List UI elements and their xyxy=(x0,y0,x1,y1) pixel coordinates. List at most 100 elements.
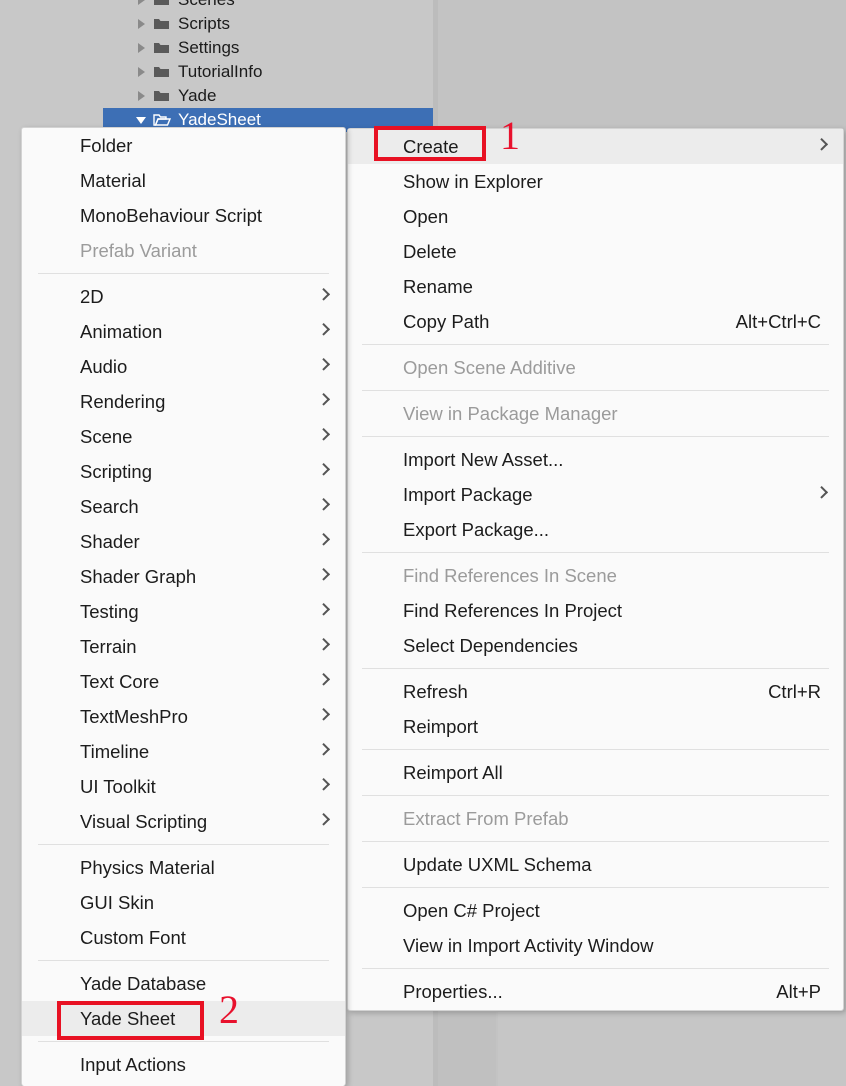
menu-item-label: Yade Sheet xyxy=(80,1007,176,1029)
menu-item-properties[interactable]: Properties... Alt+P xyxy=(348,974,843,1009)
menu-separator xyxy=(38,1041,329,1042)
menu-item-import-package[interactable]: Import Package xyxy=(348,477,843,512)
chevron-right-icon xyxy=(317,602,331,616)
tree-item-label: Scripts xyxy=(178,14,230,33)
tree-item-settings[interactable]: Settings xyxy=(103,36,433,60)
tree-item-scripts[interactable]: Scripts xyxy=(103,12,433,36)
menu-item-export-package[interactable]: Export Package... xyxy=(348,512,843,547)
menu-item-label: View in Import Activity Window xyxy=(403,934,654,956)
create-item-custom-font[interactable]: Custom Font xyxy=(22,920,345,955)
create-item-timeline[interactable]: Timeline xyxy=(22,734,345,769)
menu-item-label: Reimport All xyxy=(403,761,503,783)
chevron-right-icon[interactable] xyxy=(131,91,151,101)
menu-item-label: Input Actions xyxy=(80,1053,186,1075)
menu-item-shortcut: Ctrl+R xyxy=(768,680,821,702)
screen: Scenes Scripts Settings TutorialInfo Yade Yad… xyxy=(0,0,846,1086)
folder-icon xyxy=(151,0,173,7)
menu-separator xyxy=(362,344,829,345)
menu-item-label: MonoBehaviour Script xyxy=(80,204,263,226)
chevron-right-icon xyxy=(317,777,331,791)
tree-item-label: Settings xyxy=(178,38,240,57)
create-item-animation[interactable]: Animation xyxy=(22,314,345,349)
menu-item-view-in-import-activity-window[interactable]: View in Import Activity Window xyxy=(348,928,843,963)
create-item-shader[interactable]: Shader xyxy=(22,524,345,559)
menu-item-refresh[interactable]: Refresh Ctrl+R xyxy=(348,674,843,709)
menu-item-label: Open C# Project xyxy=(403,899,540,921)
menu-item-label: Open Scene Additive xyxy=(403,356,576,378)
menu-item-reimport[interactable]: Reimport xyxy=(348,709,843,744)
menu-item-label: Testing xyxy=(80,600,139,622)
create-item-yade-database[interactable]: Yade Database xyxy=(22,966,345,1001)
menu-item-shortcut: Alt+Ctrl+C xyxy=(735,310,821,332)
menu-item-label: UI Toolkit xyxy=(80,775,156,797)
tree-item-scenes[interactable]: Scenes xyxy=(103,0,433,12)
asset-context-menu[interactable]: Create Show in Explorer Open Delete Rename Co… xyxy=(347,128,844,1011)
menu-item-open-c-project[interactable]: Open C# Project xyxy=(348,893,843,928)
menu-separator xyxy=(362,968,829,969)
create-item-terrain[interactable]: Terrain xyxy=(22,629,345,664)
create-item-audio[interactable]: Audio xyxy=(22,349,345,384)
menu-item-reimport-all[interactable]: Reimport All xyxy=(348,755,843,790)
create-item-2d[interactable]: 2D xyxy=(22,279,345,314)
menu-item-label: Properties... xyxy=(403,980,503,1002)
chevron-down-icon[interactable] xyxy=(131,116,151,124)
create-item-prefab-variant: Prefab Variant xyxy=(22,233,345,268)
bottom-chrome-left xyxy=(438,1012,496,1086)
folder-icon xyxy=(151,89,173,103)
create-item-ui-toolkit[interactable]: UI Toolkit xyxy=(22,769,345,804)
create-item-scene[interactable]: Scene xyxy=(22,419,345,454)
create-item-text-core[interactable]: Text Core xyxy=(22,664,345,699)
chevron-right-icon xyxy=(317,497,331,511)
tree-item-yade[interactable]: Yade xyxy=(103,84,433,108)
menu-separator xyxy=(38,960,329,961)
create-item-visual-scripting[interactable]: Visual Scripting xyxy=(22,804,345,839)
create-submenu[interactable]: Folder Material MonoBehaviour Script Prefab… xyxy=(21,127,346,1086)
create-item-textmeshpro[interactable]: TextMeshPro xyxy=(22,699,345,734)
menu-item-label: View in Package Manager xyxy=(403,402,618,424)
chevron-right-icon[interactable] xyxy=(131,43,151,53)
menu-item-create[interactable]: Create xyxy=(348,129,843,164)
menu-item-find-references-in-project[interactable]: Find References In Project xyxy=(348,593,843,628)
menu-item-copy-path[interactable]: Copy Path Alt+Ctrl+C xyxy=(348,304,843,339)
menu-item-label: TextMeshPro xyxy=(80,705,188,727)
create-item-testing[interactable]: Testing xyxy=(22,594,345,629)
menu-item-label: Export Package... xyxy=(403,518,550,540)
menu-item-import-new-asset[interactable]: Import New Asset... xyxy=(348,442,843,477)
create-item-search[interactable]: Search xyxy=(22,489,345,524)
create-item-rendering[interactable]: Rendering xyxy=(22,384,345,419)
create-item-input-actions[interactable]: Input Actions xyxy=(22,1047,345,1082)
chevron-right-icon xyxy=(317,637,331,651)
create-item-monobehaviour-script[interactable]: MonoBehaviour Script xyxy=(22,198,345,233)
chevron-right-icon xyxy=(317,427,331,441)
menu-item-label: Import Package xyxy=(403,483,533,505)
create-item-shader-graph[interactable]: Shader Graph xyxy=(22,559,345,594)
create-item-scripting[interactable]: Scripting xyxy=(22,454,345,489)
menu-separator xyxy=(362,841,829,842)
menu-item-label: Yade Database xyxy=(80,972,207,994)
menu-separator xyxy=(362,668,829,669)
menu-item-show-in-explorer[interactable]: Show in Explorer xyxy=(348,164,843,199)
chevron-right-icon[interactable] xyxy=(131,19,151,29)
menu-item-update-uxml-schema[interactable]: Update UXML Schema xyxy=(348,847,843,882)
menu-item-open[interactable]: Open xyxy=(348,199,843,234)
menu-item-label: Rendering xyxy=(80,390,166,412)
menu-item-select-dependencies[interactable]: Select Dependencies xyxy=(348,628,843,663)
menu-item-rename[interactable]: Rename xyxy=(348,269,843,304)
menu-separator xyxy=(362,887,829,888)
chevron-right-icon[interactable] xyxy=(131,0,151,5)
chevron-right-icon[interactable] xyxy=(131,67,151,77)
chevron-right-icon xyxy=(317,462,331,476)
tree-item-tutorialinfo[interactable]: TutorialInfo xyxy=(103,60,433,84)
create-item-physics-material[interactable]: Physics Material xyxy=(22,850,345,885)
menu-item-delete[interactable]: Delete xyxy=(348,234,843,269)
menu-item-label: Text Core xyxy=(80,670,160,692)
chevron-right-icon xyxy=(317,742,331,756)
create-item-gui-skin[interactable]: GUI Skin xyxy=(22,885,345,920)
menu-item-label: Shader xyxy=(80,530,140,552)
create-item-material[interactable]: Material xyxy=(22,163,345,198)
create-item-folder[interactable]: Folder xyxy=(22,128,345,163)
chevron-right-icon xyxy=(317,392,331,406)
chevron-right-icon xyxy=(317,812,331,826)
folder-icon xyxy=(151,17,173,31)
create-item-yade-sheet[interactable]: Yade Sheet xyxy=(22,1001,345,1036)
